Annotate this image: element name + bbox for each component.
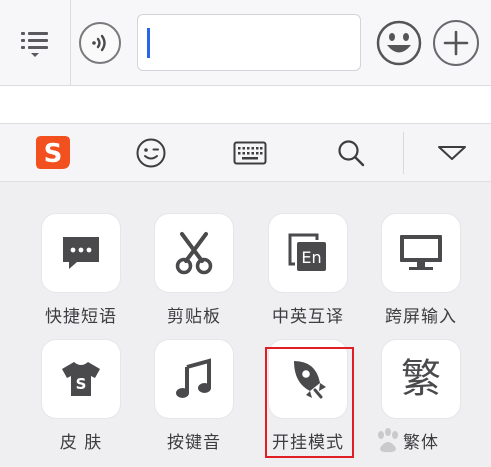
clipboard-label: 剪贴板 <box>167 307 221 327</box>
logo-letter: S <box>44 139 63 169</box>
skin-label: 皮 肤 <box>59 433 103 453</box>
menu-button[interactable] <box>0 0 71 86</box>
cross-screen-input-label: 跨屏输入 <box>385 307 457 327</box>
emoji-button[interactable] <box>376 20 422 66</box>
collapse-triangle-icon <box>438 146 466 160</box>
plus-icon <box>443 30 469 56</box>
skin-button[interactable]: S <box>42 340 120 418</box>
toolbar-divider <box>403 132 404 174</box>
traditional-chinese-button[interactable]: 繁 <box>382 340 460 418</box>
keyboard-toolbar: S <box>0 124 491 182</box>
quick-phrases-label: 快捷短语 <box>45 307 117 327</box>
keyboard-tab[interactable] <box>220 124 280 182</box>
translate-icon: En <box>288 233 326 271</box>
tshirt-glyph: S <box>76 375 87 393</box>
more-plus-button[interactable] <box>433 20 479 66</box>
smiley-face-icon <box>376 20 422 66</box>
message-input[interactable] <box>138 15 360 70</box>
sogou-logo-icon: S <box>36 136 70 169</box>
quick-phrases-button[interactable] <box>42 214 120 292</box>
chat-input-bar <box>0 0 491 86</box>
translate-label: 中英互译 <box>272 307 344 327</box>
wink-face-icon <box>136 138 166 168</box>
emoji-tab[interactable] <box>121 124 181 182</box>
chat-bubble-icon <box>63 237 99 269</box>
cross-screen-input-button[interactable] <box>382 214 460 292</box>
clipboard-button[interactable] <box>155 214 233 292</box>
sogou-logo-button[interactable]: S <box>22 124 82 182</box>
keyboard-icon <box>233 141 267 165</box>
key-sound-label: 按键音 <box>167 433 221 453</box>
translate-glyph: En <box>301 248 321 267</box>
list-menu-icon <box>21 32 48 57</box>
scissors-icon <box>175 232 213 275</box>
music-note-icon <box>176 358 211 398</box>
traditional-char-icon: 繁 <box>401 356 441 402</box>
message-input-box[interactable] <box>137 14 361 71</box>
candidate-strip <box>0 86 491 124</box>
voice-wave-icon <box>92 34 106 52</box>
voice-button[interactable] <box>79 22 121 64</box>
search-icon <box>338 140 365 167</box>
monitor-icon <box>400 235 442 270</box>
search-tab[interactable] <box>321 124 381 182</box>
collapse-keyboard-button[interactable] <box>422 124 482 182</box>
tshirt-icon: S <box>62 362 100 396</box>
key-sound-button[interactable] <box>155 340 233 418</box>
watermark <box>373 418 491 464</box>
highlight-annotation <box>265 347 354 458</box>
paw-logo-icon <box>378 428 398 453</box>
translate-button[interactable]: En <box>269 214 347 292</box>
